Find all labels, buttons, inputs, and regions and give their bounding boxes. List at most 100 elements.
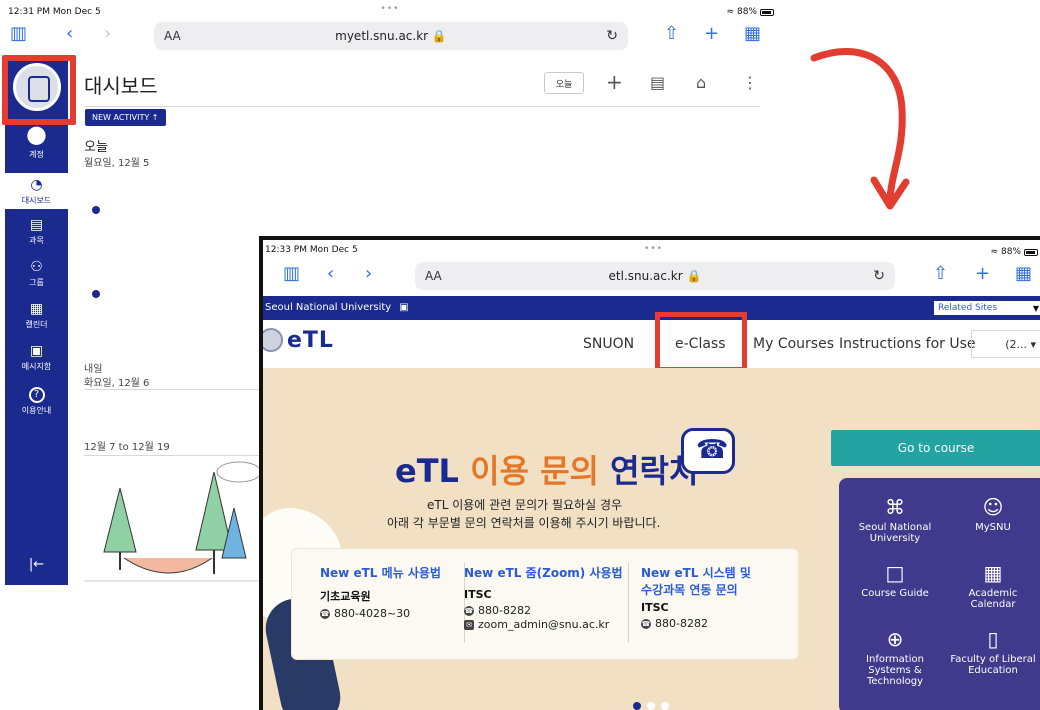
quick-link-course-guide[interactable]: □ Course Guide [847, 562, 943, 599]
tutorial-figure: 12:31 PM Mon Dec 5 ••• ≈ 88% ▥ ‹ › AA my… [0, 0, 1040, 710]
forward-icon[interactable]: › [365, 264, 372, 284]
contact-org: ITSC [641, 601, 669, 614]
related-sites-select[interactable]: Related Sites ▼ [934, 301, 1040, 315]
page-title: 대시보드 [84, 74, 158, 98]
quick-link-academic-calendar[interactable]: ▦ Academic Calendar [945, 562, 1040, 610]
quick-link-label: Seoul National University [858, 522, 932, 544]
contact-org: ITSC [464, 588, 492, 601]
sidebar-item-inbox[interactable]: ▣ 메시지함 [5, 343, 68, 372]
calendar-icon: ▦ [29, 301, 44, 317]
hero-subtitle: 아래 각 부문별 문의 연락처를 이용해 주시기 바랍니다. [387, 516, 661, 530]
address-bar[interactable]: AA myetl.snu.ac.kr 🔒 ↻ [154, 22, 628, 50]
contact-title[interactable]: 수강과목 연동 문의 [641, 582, 751, 599]
planner-item-dot [92, 206, 100, 214]
reader-aa-button[interactable]: AA [164, 29, 181, 43]
sidebar-item-label: 캘린더 [25, 320, 48, 329]
collapse-nav-button[interactable]: |← [5, 557, 68, 572]
sidebar-item-label: 계정 [29, 150, 44, 159]
contact-phone-row: ☎ 880-8282 [641, 617, 751, 630]
bell-icon[interactable]: ⌂ [696, 73, 706, 92]
contact-email[interactable]: zoom_admin@snu.ac.kr [478, 618, 609, 631]
sidebar-item-help[interactable]: ? 이용안내 [5, 387, 68, 416]
sidebar-toggle-icon[interactable]: ▥ [10, 24, 27, 44]
share-icon[interactable]: ⇧ [664, 24, 679, 44]
phone-icon: ☎ [464, 605, 474, 616]
quick-link-snu[interactable]: ⌘ Seoul National University [847, 496, 943, 544]
quick-link-mysnu[interactable]: ☺ MySNU [945, 496, 1040, 533]
curved-arrow-icon [810, 48, 910, 210]
quick-link-label: MySNU [975, 522, 1011, 533]
forward-icon[interactable]: › [104, 24, 111, 44]
university-link[interactable]: Seoul National University [265, 302, 391, 313]
contact-title[interactable]: New eTL 시스템 및 [641, 565, 751, 582]
global-nav-sidebar: ● 계정 ◔ 대시보드 ▤ 과목 ⚇ 그룹 ▦ 캘린더 ▣ 메시지함 ? 이용안… [5, 57, 68, 585]
status-time: 12:33 PM Mon Dec 5 [265, 245, 358, 255]
phone-icon: ☎ [641, 618, 651, 629]
tabs-grid-icon[interactable]: ▦ [1015, 264, 1032, 284]
today-button[interactable]: 오늘 [544, 72, 584, 94]
nav-snuon[interactable]: SNUON [583, 336, 634, 352]
sidebar-item-label: 대시보드 [21, 196, 52, 205]
header-divider [84, 106, 760, 107]
external-link-icon[interactable]: ▣ [399, 302, 408, 313]
go-to-course-button[interactable]: Go to course [831, 430, 1040, 466]
globe-user-icon: ⊕ [886, 627, 904, 651]
nav-instructions[interactable]: Instructions for Use [839, 336, 976, 352]
contact-title[interactable]: New eTL 메뉴 사용법 [320, 565, 441, 582]
pager-dot-active[interactable] [633, 702, 641, 710]
nav-my-courses[interactable]: My Courses [753, 336, 834, 352]
sidebar-item-account[interactable]: ● 계정 [5, 121, 68, 160]
contact-phone-row: ☎ 880-8282 [464, 604, 642, 617]
language-select[interactable]: (2... ▾ [971, 330, 1040, 358]
pager-dot[interactable] [647, 702, 655, 710]
email-icon: ✉ [464, 619, 474, 630]
hero-subtitle: eTL 이용에 관련 문의가 필요하실 경우 [427, 498, 623, 512]
share-icon[interactable]: ⇧ [933, 264, 948, 284]
wifi-icon: ≈ [990, 247, 998, 257]
grades-icon[interactable]: ▤ [650, 73, 665, 92]
divider [84, 389, 264, 390]
contact-phone: 880-4028~30 [334, 607, 411, 620]
reader-aa-button[interactable]: AA [425, 269, 442, 283]
status-dots: ••• [644, 244, 663, 254]
new-tab-icon[interactable]: + [975, 264, 990, 284]
back-icon[interactable]: ‹ [66, 24, 73, 44]
divider [84, 455, 264, 456]
more-menu-icon[interactable]: ⋮ [742, 73, 758, 92]
tomorrow-date: 화요일, 12월 6 [84, 378, 150, 389]
contact-org: 기초교육원 [320, 590, 371, 603]
sidebar-item-groups[interactable]: ⚇ 그룹 [5, 259, 68, 288]
chevron-down-icon: ▼ [1032, 303, 1039, 313]
reload-icon[interactable]: ↻ [606, 28, 618, 44]
tabs-grid-icon[interactable]: ▦ [744, 24, 761, 44]
reload-icon[interactable]: ↻ [873, 268, 885, 284]
battery-icon [760, 8, 774, 16]
battery-icon [1024, 248, 1038, 256]
sidebar-item-label: 이용안내 [21, 406, 52, 415]
etl-logo[interactable]: eTL [287, 328, 334, 353]
sidebar-toggle-icon[interactable]: ▥ [283, 264, 300, 284]
contact-phone-row: ☎ 880-4028~30 [320, 607, 441, 620]
hero-title-part: 이용 문의 [470, 452, 611, 490]
address-bar[interactable]: AA etl.snu.ac.kr 🔒 ↻ [415, 262, 895, 290]
contact-phone: 880-8282 [478, 604, 531, 617]
quick-link-ist[interactable]: ⊕ Information Systems & Technology [847, 628, 943, 687]
pager-dot[interactable] [661, 702, 669, 710]
back-icon[interactable]: ‹ [327, 264, 334, 284]
add-icon[interactable]: + [606, 70, 623, 94]
groups-icon: ⚇ [30, 259, 43, 275]
inbox-icon: ▣ [29, 343, 44, 359]
quick-link-liberal-education[interactable]: ▯ Faculty of Liberal Education [945, 628, 1040, 676]
contact-title[interactable]: New eTL 줌(Zoom) 사용법 [464, 565, 642, 582]
new-activity-button[interactable]: NEW ACTIVITY ↑ [85, 109, 166, 126]
site-top-strip: Seoul National University ▣ Related Site… [263, 296, 1040, 320]
wifi-icon: ≈ [726, 7, 734, 17]
quick-link-label: Faculty of Liberal Education [950, 654, 1036, 676]
battery-percent: 88% [1000, 247, 1021, 257]
new-tab-icon[interactable]: + [704, 24, 719, 44]
sidebar-item-dashboard[interactable]: ◔ 대시보드 [5, 173, 68, 209]
courses-icon: ▤ [29, 217, 44, 233]
sidebar-item-courses[interactable]: ▤ 과목 [5, 217, 68, 246]
today-date: 월요일, 12월 5 [84, 158, 150, 169]
sidebar-item-calendar[interactable]: ▦ 캘린더 [5, 301, 68, 330]
